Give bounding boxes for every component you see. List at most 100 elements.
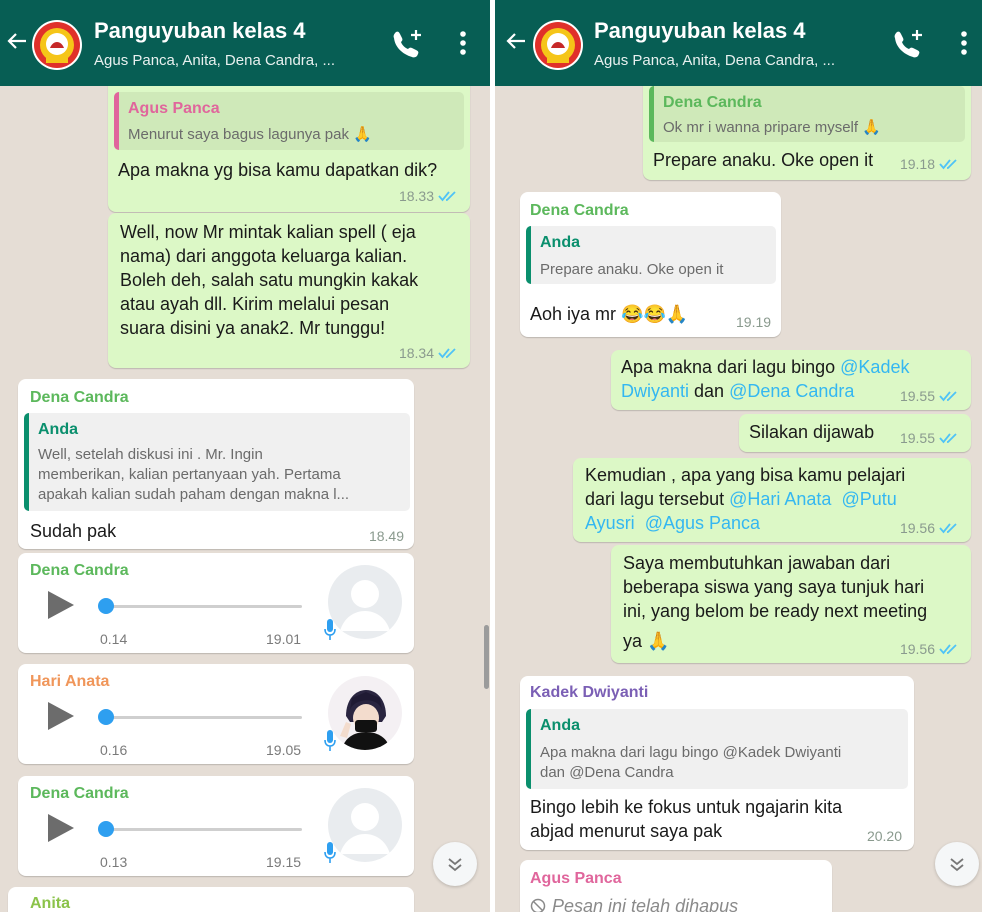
mic-icon (324, 842, 336, 863)
message-line: ya 🙏 (623, 631, 670, 651)
incoming-message[interactable]: Agus Panca Pesan ini telah dihapus (520, 860, 832, 912)
mention-link[interactable]: @Putu (841, 489, 896, 509)
voice-duration: 0.14 (100, 631, 128, 647)
scroll-down-button[interactable] (935, 842, 979, 886)
incoming-message[interactable]: Dena Candra Anda Well, setelah diskusi i… (18, 379, 414, 549)
mic-icon (324, 619, 336, 640)
message-time: 19.55 (900, 388, 959, 404)
mic-icon (324, 730, 336, 751)
message-text: Apa makna dari lagu bingo (621, 357, 841, 377)
quoted-message[interactable]: Dena Candra Ok mr i wanna pripare myself… (649, 86, 965, 142)
quoted-message[interactable]: Agus Panca Menurut saya bagus lagunya pa… (114, 92, 464, 150)
chat-participants[interactable]: Agus Panca, Anita, Dena Candra, ... (94, 52, 335, 69)
group-logo-icon[interactable] (32, 20, 82, 70)
message-text: Aoh iya mr 😂😂🙏 (530, 304, 689, 324)
message-line: Saya membutuhkan jawaban dari (623, 553, 891, 573)
voice-progress-track[interactable] (106, 828, 302, 831)
back-arrow-icon[interactable] (505, 30, 527, 52)
message-text: Kemudian , apa yang bisa kamu pelajari (585, 465, 906, 485)
message-time: 19.01 (266, 631, 302, 647)
deleted-message: Pesan ini telah dihapus (530, 894, 738, 912)
message-line: Well, now Mr mintak kalian spell ( eja (120, 222, 416, 242)
group-logo-icon[interactable] (533, 20, 583, 70)
message-time: 19.18 (900, 156, 959, 172)
sender-name[interactable]: Dena Candra (530, 202, 629, 220)
mention-link[interactable]: @Hari Anata (729, 489, 831, 509)
add-call-icon[interactable] (390, 28, 422, 58)
voice-progress-track[interactable] (106, 605, 302, 608)
mention-link[interactable]: @Dena Candra (729, 381, 854, 401)
play-icon[interactable] (48, 591, 74, 619)
chat-panel-left: Agus Panca Menurut saya bagus lagunya pa… (0, 0, 490, 912)
quoted-text: dan @Dena Candra (540, 764, 674, 781)
message-line: beberapa siswa yang saya tunjuk hari (623, 577, 925, 597)
sender-name[interactable]: Dena Candra (30, 389, 129, 407)
incoming-message[interactable]: Dena Candra Anda Prepare anaku. Oke open… (520, 192, 781, 337)
message-time: 20.20 (866, 828, 902, 844)
avatar[interactable] (328, 676, 402, 750)
message-line: Ayusri @Agus Panca (585, 511, 760, 535)
outgoing-message[interactable]: Silakan dijawab 19.55 (739, 414, 971, 452)
scroll-down-button[interactable] (433, 842, 477, 886)
avatar[interactable] (328, 788, 402, 862)
quoted-text: Ok mr i wanna pripare myself 🙏 (663, 119, 881, 136)
message-text: dan (689, 381, 730, 401)
quoted-text: Menurut saya bagus lagunya pak 🙏 (128, 126, 372, 143)
incoming-message[interactable]: Anita (8, 887, 414, 912)
sender-name[interactable]: Hari Anata (30, 673, 109, 691)
quoted-message[interactable]: Anda Well, setelah diskusi ini . Mr. Ing… (24, 413, 410, 511)
more-vert-icon[interactable] (458, 30, 468, 56)
quoted-message[interactable]: Anda Prepare anaku. Oke open it (526, 226, 776, 284)
outgoing-message[interactable]: Agus Panca Menurut saya bagus lagunya pa… (108, 76, 470, 212)
outgoing-message[interactable]: Kemudian , apa yang bisa kamu pelajari d… (573, 458, 971, 542)
quoted-message[interactable]: Anda Apa makna dari lagu bingo @Kadek Dw… (526, 709, 908, 789)
sender-name[interactable]: Agus Panca (530, 870, 622, 888)
outgoing-message[interactable]: Saya membutuhkan jawaban dari beberapa s… (611, 545, 971, 663)
outgoing-message[interactable]: Well, now Mr mintak kalian spell ( eja n… (108, 213, 470, 368)
sender-name[interactable]: Dena Candra (30, 562, 129, 580)
mention-link[interactable]: @Agus Panca (645, 513, 760, 533)
read-ticks-icon (438, 191, 456, 202)
mention-link[interactable]: Dwiyanti (621, 381, 689, 401)
scroll-down-icon (448, 858, 462, 872)
scroll-down-icon (950, 858, 964, 872)
back-arrow-icon[interactable] (6, 30, 28, 52)
sender-name[interactable]: Dena Candra (30, 785, 129, 803)
voice-progress-knob[interactable] (98, 821, 114, 837)
quoted-text: apakah kalian sudah paham dengan makna l… (38, 486, 350, 503)
avatar[interactable] (328, 565, 402, 639)
mention-link[interactable]: @Kadek (840, 357, 909, 377)
chat-header: Panguyuban kelas 4 Agus Panca, Anita, De… (0, 0, 490, 86)
incoming-message[interactable]: Kadek Dwiyanti Anda Apa makna dari lagu … (520, 676, 914, 850)
quoted-sender: Dena Candra (663, 94, 762, 111)
chat-title[interactable]: Panguyuban kelas 4 (94, 18, 306, 44)
read-ticks-icon (939, 159, 957, 170)
mention-link[interactable]: Ayusri (585, 513, 635, 533)
voice-progress-knob[interactable] (98, 598, 114, 614)
quoted-sender: Anda (540, 234, 580, 251)
sender-name[interactable]: Kadek Dwiyanti (530, 684, 648, 702)
voice-message[interactable]: Dena Candra 0.14 19.01 (18, 553, 414, 653)
message-line: ini, yang belom be ready next meeting (623, 601, 928, 621)
play-icon[interactable] (48, 814, 74, 842)
outgoing-message[interactable]: Apa makna dari lagu bingo @Kadek Dwiyant… (611, 350, 971, 410)
sender-name[interactable]: Anita (30, 895, 70, 912)
chat-participants[interactable]: Agus Panca, Anita, Dena Candra, ... (594, 52, 835, 69)
message-line: nama) dari anggota keluarga kalian. (120, 246, 408, 266)
chat-panel-right: Dena Candra Ok mr i wanna pripare myself… (495, 0, 982, 912)
scrollbar[interactable] (484, 625, 489, 689)
quoted-sender: Anda (540, 717, 580, 734)
quoted-text: memberikan, kalian pertanyaan yah. Perta… (38, 466, 341, 483)
add-call-icon[interactable] (891, 28, 923, 58)
voice-progress-track[interactable] (106, 716, 302, 719)
message-time: 19.19 (736, 314, 772, 330)
more-vert-icon[interactable] (959, 30, 969, 56)
voice-message[interactable]: Dena Candra 0.13 19.15 (18, 776, 414, 876)
message-text: dari lagu tersebut (585, 489, 730, 509)
chat-title[interactable]: Panguyuban kelas 4 (594, 18, 806, 44)
play-icon[interactable] (48, 702, 74, 730)
voice-progress-knob[interactable] (98, 709, 114, 725)
voice-message[interactable]: Hari Anata 0.16 19.05 (18, 664, 414, 764)
read-ticks-icon (939, 644, 957, 655)
outgoing-message[interactable]: Dena Candra Ok mr i wanna pripare myself… (643, 72, 971, 180)
